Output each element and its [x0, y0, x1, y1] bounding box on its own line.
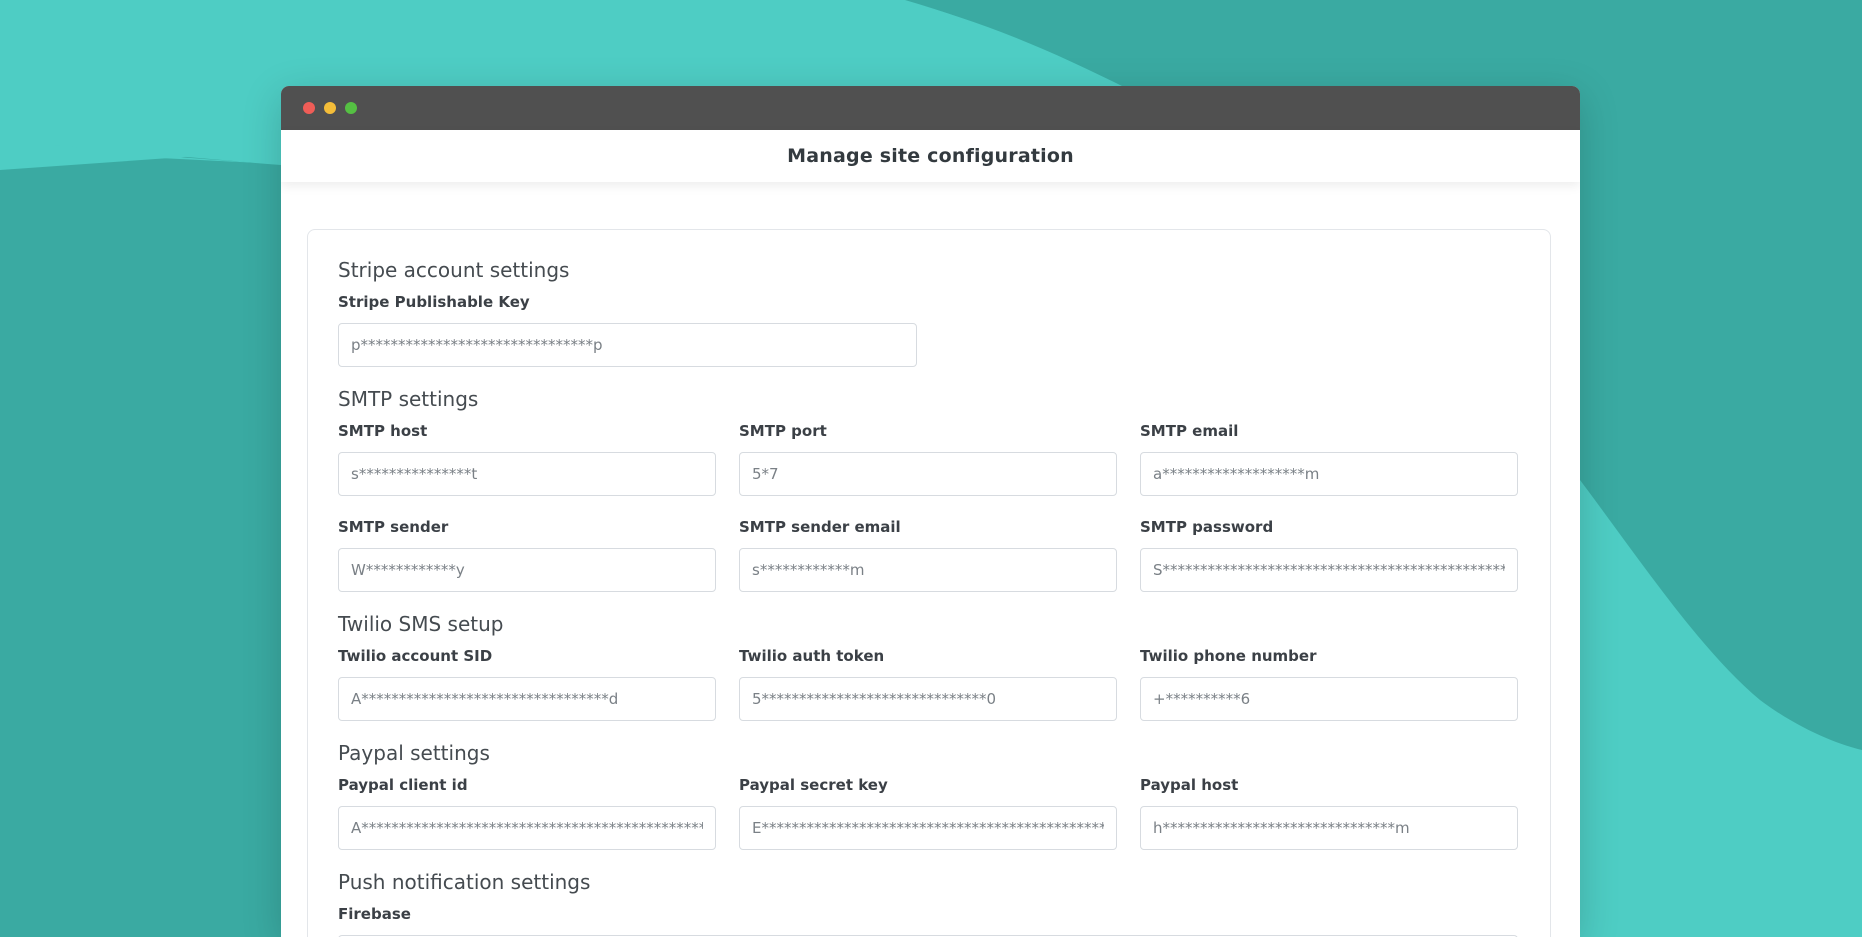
smtp-password-input[interactable] [1140, 548, 1518, 592]
label-twilio-auth-token: Twilio auth token [739, 647, 885, 665]
minimize-window-icon[interactable] [324, 102, 336, 114]
label-paypal-secret-key: Paypal secret key [739, 776, 888, 794]
settings-card: Stripe account settings Stripe Publishab… [307, 229, 1551, 937]
page-content: Stripe account settings Stripe Publishab… [281, 182, 1580, 937]
stripe-publishable-key-input[interactable] [338, 323, 917, 367]
close-window-icon[interactable] [303, 102, 315, 114]
label-firebase: Firebase [338, 905, 411, 923]
label-paypal-host: Paypal host [1140, 776, 1239, 794]
section-title-paypal: Paypal settings [338, 741, 490, 765]
window-titlebar [281, 86, 1580, 130]
section-title-twilio: Twilio SMS setup [338, 612, 504, 636]
section-title-stripe: Stripe account settings [338, 258, 570, 282]
smtp-port-input[interactable] [739, 452, 1117, 496]
label-smtp-port: SMTP port [739, 422, 827, 440]
twilio-auth-token-input[interactable] [739, 677, 1117, 721]
app-window: Manage site configuration Stripe account… [281, 86, 1580, 937]
paypal-secret-key-input[interactable] [739, 806, 1117, 850]
label-smtp-host: SMTP host [338, 422, 428, 440]
paypal-host-input[interactable] [1140, 806, 1518, 850]
label-stripe-publishable-key: Stripe Publishable Key [338, 293, 530, 311]
app-header: Manage site configuration [281, 130, 1580, 182]
smtp-host-input[interactable] [338, 452, 716, 496]
section-title-smtp: SMTP settings [338, 387, 479, 411]
section-title-push: Push notification settings [338, 870, 591, 894]
smtp-sender-email-input[interactable] [739, 548, 1117, 592]
label-smtp-password: SMTP password [1140, 518, 1274, 536]
label-smtp-sender: SMTP sender [338, 518, 449, 536]
label-smtp-sender-email: SMTP sender email [739, 518, 901, 536]
label-twilio-account-sid: Twilio account SID [338, 647, 493, 665]
smtp-sender-input[interactable] [338, 548, 716, 592]
label-paypal-client-id: Paypal client id [338, 776, 468, 794]
twilio-account-sid-input[interactable] [338, 677, 716, 721]
maximize-window-icon[interactable] [345, 102, 357, 114]
smtp-email-input[interactable] [1140, 452, 1518, 496]
paypal-client-id-input[interactable] [338, 806, 716, 850]
label-smtp-email: SMTP email [1140, 422, 1239, 440]
label-twilio-phone-number: Twilio phone number [1140, 647, 1317, 665]
page-title: Manage site configuration [787, 145, 1074, 167]
twilio-phone-number-input[interactable] [1140, 677, 1518, 721]
